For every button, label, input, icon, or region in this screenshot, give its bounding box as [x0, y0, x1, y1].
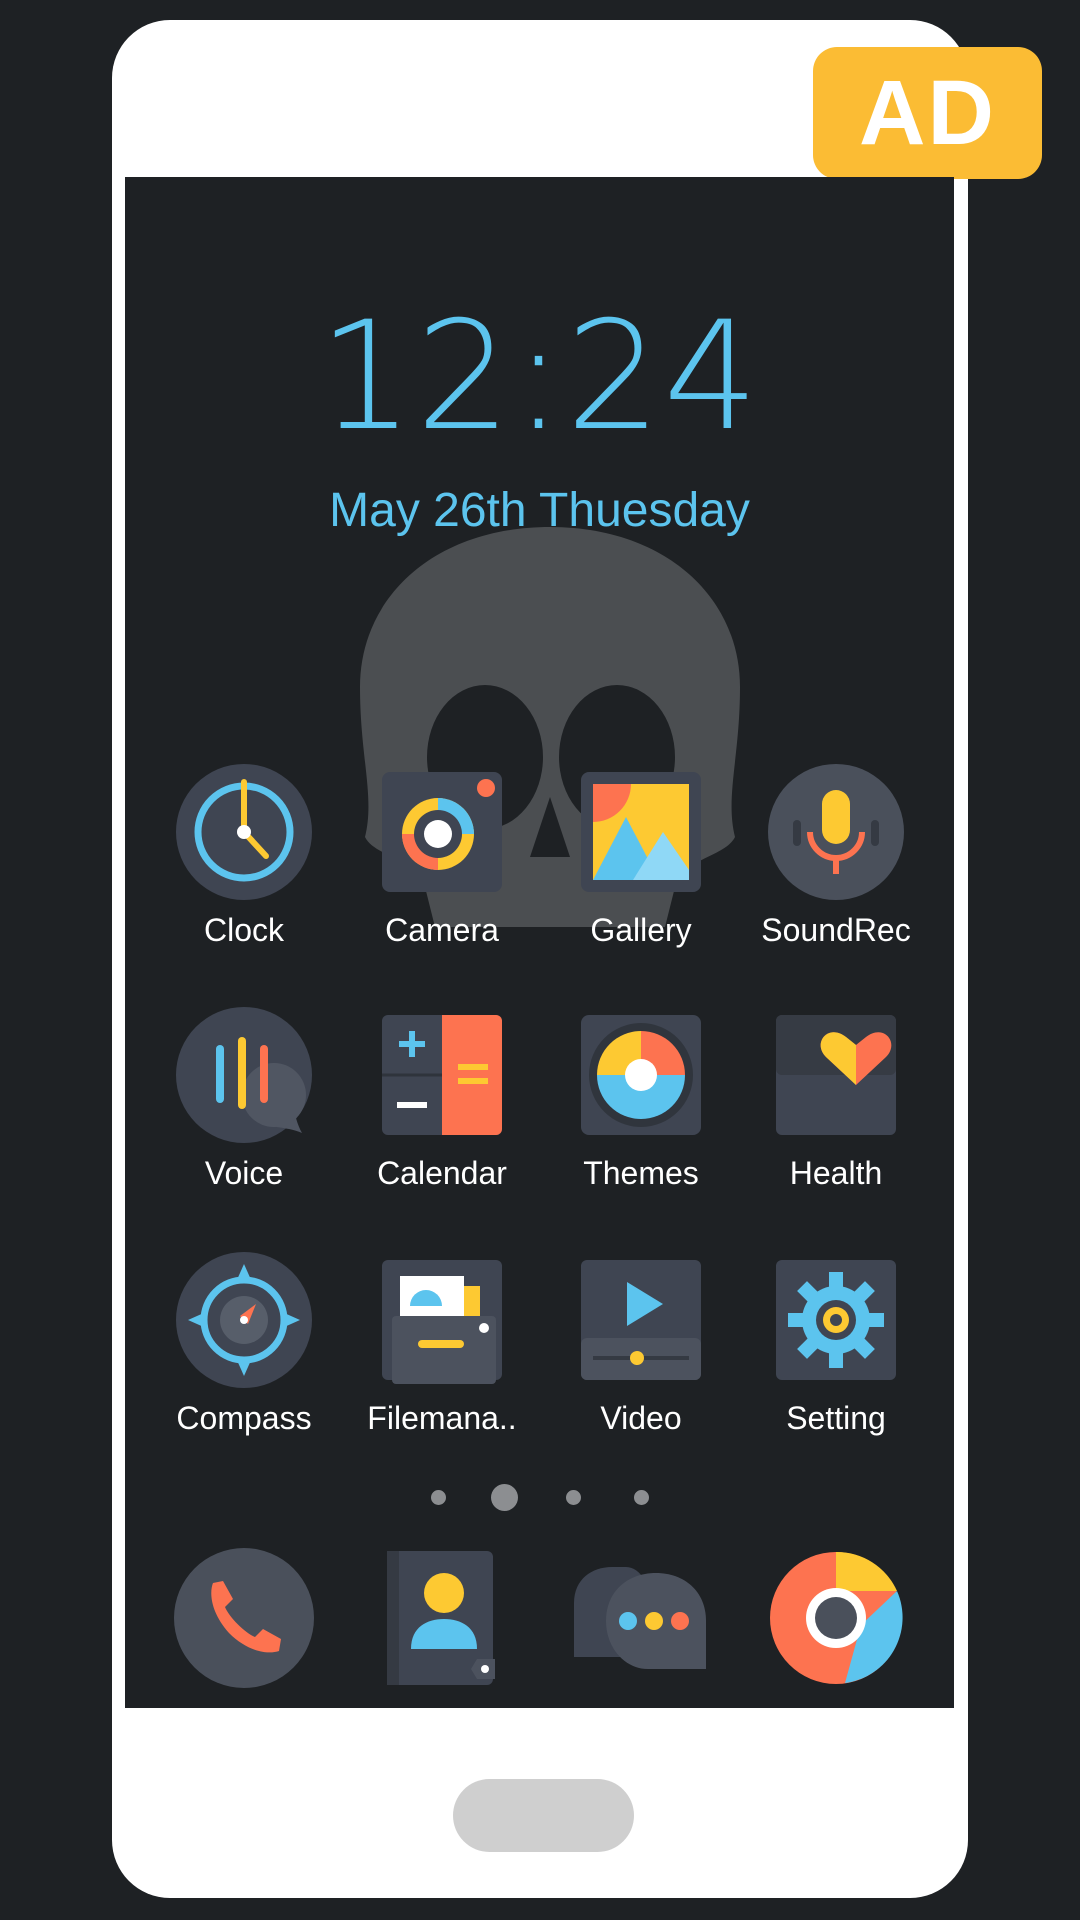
app-label: Calendar	[377, 1155, 507, 1191]
app-label: Video	[600, 1400, 682, 1436]
camera-icon	[382, 772, 502, 892]
app-label: Camera	[385, 912, 499, 948]
app-compass[interactable]: Compass	[149, 1250, 339, 1450]
heart-icon	[776, 1015, 896, 1135]
page-dot[interactable]	[431, 1490, 446, 1505]
app-health[interactable]: Health	[741, 1005, 931, 1205]
app-calendar[interactable]: Calendar	[347, 1005, 537, 1205]
app-themes[interactable]: Themes	[546, 1005, 736, 1205]
browser-icon	[770, 1551, 903, 1684]
app-video[interactable]: Video	[546, 1250, 736, 1450]
themes-icon	[581, 1015, 701, 1135]
app-label: Setting	[786, 1400, 886, 1436]
app-label: SoundRec	[761, 912, 911, 948]
page-dot-active[interactable]	[491, 1484, 518, 1511]
microphone-icon	[768, 764, 904, 900]
file-manager-icon	[382, 1260, 502, 1384]
app-clock[interactable]: Clock	[149, 762, 339, 962]
app-camera[interactable]: Camera	[347, 762, 537, 962]
home-button[interactable]	[453, 1779, 634, 1852]
app-setting[interactable]: Setting	[741, 1250, 931, 1450]
calculator-icon	[382, 1015, 502, 1135]
page-dot[interactable]	[634, 1490, 649, 1505]
app-soundrec[interactable]: SoundRec	[741, 762, 931, 962]
page-dot[interactable]	[566, 1490, 581, 1505]
dock-phone[interactable]	[169, 1543, 319, 1693]
app-label: Gallery	[590, 912, 692, 948]
dock-browser[interactable]	[761, 1543, 911, 1693]
phone-screen: 12:24 May 26th Thuesday Clock Camera Gal…	[125, 177, 954, 1708]
compass-icon	[176, 1252, 312, 1388]
app-label: Compass	[176, 1400, 312, 1436]
gear-icon	[776, 1260, 896, 1380]
dock-messages[interactable]	[566, 1543, 716, 1693]
app-gallery[interactable]: Gallery	[546, 762, 736, 962]
app-label: Filemana..	[367, 1400, 517, 1436]
ad-badge: AD	[813, 47, 1042, 179]
lockscreen-date: May 26th Thuesday	[329, 484, 750, 537]
app-label: Health	[789, 1155, 883, 1191]
app-filemanager[interactable]: Filemana..	[347, 1250, 537, 1450]
app-label: Themes	[583, 1155, 699, 1191]
app-label: Voice	[204, 1155, 284, 1191]
contacts-icon	[387, 1551, 495, 1685]
messages-icon	[574, 1567, 706, 1669]
page-indicator	[125, 1477, 954, 1517]
gallery-icon	[581, 772, 701, 892]
voice-icon	[176, 1007, 312, 1143]
clock-icon	[176, 764, 312, 900]
video-play-icon	[581, 1260, 701, 1380]
app-label: Clock	[203, 912, 284, 948]
phone-icon	[174, 1548, 314, 1688]
dock-contacts[interactable]	[367, 1543, 517, 1693]
app-voice[interactable]: Voice	[149, 1005, 339, 1205]
lockscreen-time: 12:24	[318, 290, 761, 464]
